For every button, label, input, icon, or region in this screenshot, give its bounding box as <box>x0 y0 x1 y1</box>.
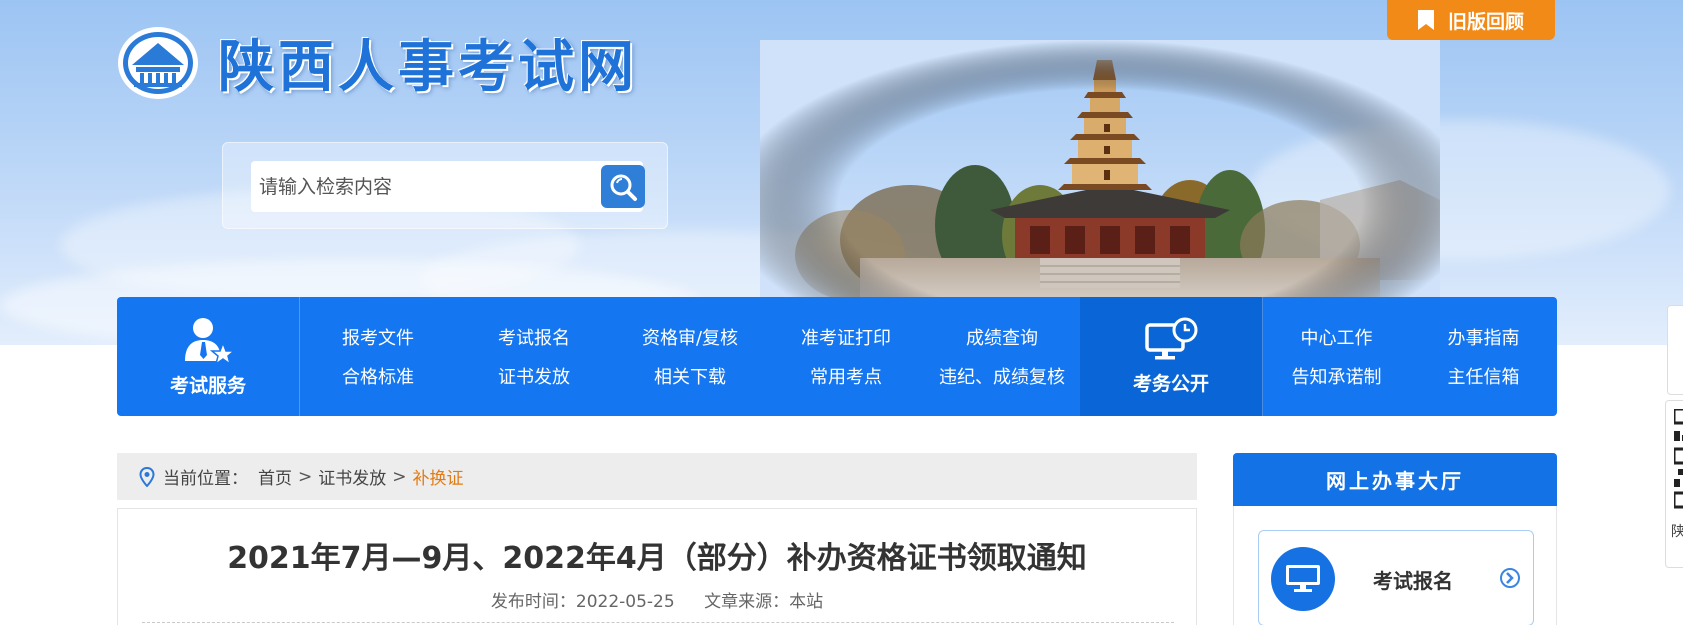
emblem-logo-icon <box>118 26 198 99</box>
arrow-circle-right-icon <box>1500 568 1520 588</box>
old-version-button[interactable]: 旧版回顾 <box>1387 0 1555 40</box>
nav-link-exam-sites[interactable]: 常用考点 <box>768 363 924 389</box>
site-logo[interactable]: 陕西人事考试网 <box>116 22 638 103</box>
nav-link-downloads[interactable]: 相关下载 <box>612 363 768 389</box>
floating-panel[interactable] <box>1667 305 1683 395</box>
monitor-clock-icon <box>1145 317 1198 360</box>
article: 2021年7月—9月、2022年4月（部分）补办资格证书领取通知 发布时间：20… <box>117 508 1197 625</box>
search-input[interactable] <box>251 161 643 212</box>
article-meta: 发布时间：2022-05-25 文章来源：本站 <box>118 587 1196 612</box>
article-publish-time: 发布时间：2022-05-25 <box>490 592 675 612</box>
nav-exam-public[interactable]: 考务公开 <box>1080 297 1263 416</box>
breadcrumb-home[interactable]: 首页 <box>258 464 292 489</box>
user-star-icon <box>185 318 235 365</box>
nav-link-registration[interactable]: 考试报名 <box>456 324 612 350</box>
breadcrumb: 当前位置： 首页 > 证书发放 > 补换证 <box>117 453 1197 500</box>
nav-exam-public-label: 考务公开 <box>1132 373 1209 395</box>
nav-group-center: 中心工作 办事指南 告知承诺制 主任信箱 <box>1263 297 1557 416</box>
sidebar-exam-registration-card[interactable]: 考试报名 <box>1258 530 1534 625</box>
location-pin-icon <box>139 466 155 487</box>
nav-link-service-guide[interactable]: 办事指南 <box>1410 324 1557 350</box>
nav-link-violation-score-review[interactable]: 违纪、成绩复核 <box>924 363 1080 389</box>
nav-link-certificate-issuance[interactable]: 证书发放 <box>456 363 612 389</box>
search-box <box>222 142 668 229</box>
nav-link-pass-standard[interactable]: 合格标准 <box>300 363 456 389</box>
main-nav: 考试服务 报考文件 考试报名 资格审/复核 准考证打印 成绩查询 合格标准 证书… <box>117 297 1557 416</box>
nav-link-application-docs[interactable]: 报考文件 <box>300 324 456 350</box>
nav-exam-service-label: 考试服务 <box>169 375 246 397</box>
monitor-icon <box>1286 565 1320 592</box>
nav-link-director-mailbox[interactable]: 主任信箱 <box>1410 363 1557 389</box>
nav-link-qualification-review[interactable]: 资格审/复核 <box>612 324 768 350</box>
floating-qr-text: 陕 <box>1671 521 1683 541</box>
article-divider <box>142 622 1174 623</box>
sidebar-heading: 网上办事大厅 <box>1233 453 1557 506</box>
search-icon <box>610 174 637 201</box>
sidebar-panel: 考试报名 <box>1233 506 1557 625</box>
floating-qr-panel[interactable]: 陕 <box>1665 400 1683 568</box>
sidebar-card-label: 考试报名 <box>1373 569 1453 593</box>
article-source: 文章来源：本站 <box>704 592 824 612</box>
breadcrumb-separator: > <box>392 466 407 487</box>
nav-link-score-query[interactable]: 成绩查询 <box>924 324 1080 350</box>
breadcrumb-separator: > <box>298 466 313 487</box>
article-title: 2021年7月—9月、2022年4月（部分）补办资格证书领取通知 <box>227 541 1087 576</box>
breadcrumb-section[interactable]: 证书发放 <box>318 464 386 489</box>
monitor-icon-circle <box>1271 547 1335 611</box>
old-version-label: 旧版回顾 <box>1447 10 1524 33</box>
bookmark-icon <box>1417 10 1434 30</box>
nav-exam-service[interactable]: 考试服务 <box>117 297 300 416</box>
breadcrumb-current[interactable]: 补换证 <box>413 464 464 489</box>
nav-link-commitment-system[interactable]: 告知承诺制 <box>1263 363 1410 389</box>
nav-link-admission-ticket[interactable]: 准考证打印 <box>768 324 924 350</box>
pagoda-illustration <box>760 40 1440 340</box>
nav-group-exams: 报考文件 考试报名 资格审/复核 准考证打印 成绩查询 合格标准 证书发放 相关… <box>300 297 1080 416</box>
breadcrumb-prefix: 当前位置： <box>163 469 248 489</box>
site-title: 陕西人事考试网 <box>218 35 638 100</box>
nav-link-center-work[interactable]: 中心工作 <box>1263 324 1410 350</box>
search-button[interactable] <box>601 165 645 208</box>
header-banner: 陕西人事考试网 请输入检索内容 旧版回顾 <box>0 0 1683 345</box>
qr-code-icon <box>1674 409 1683 509</box>
